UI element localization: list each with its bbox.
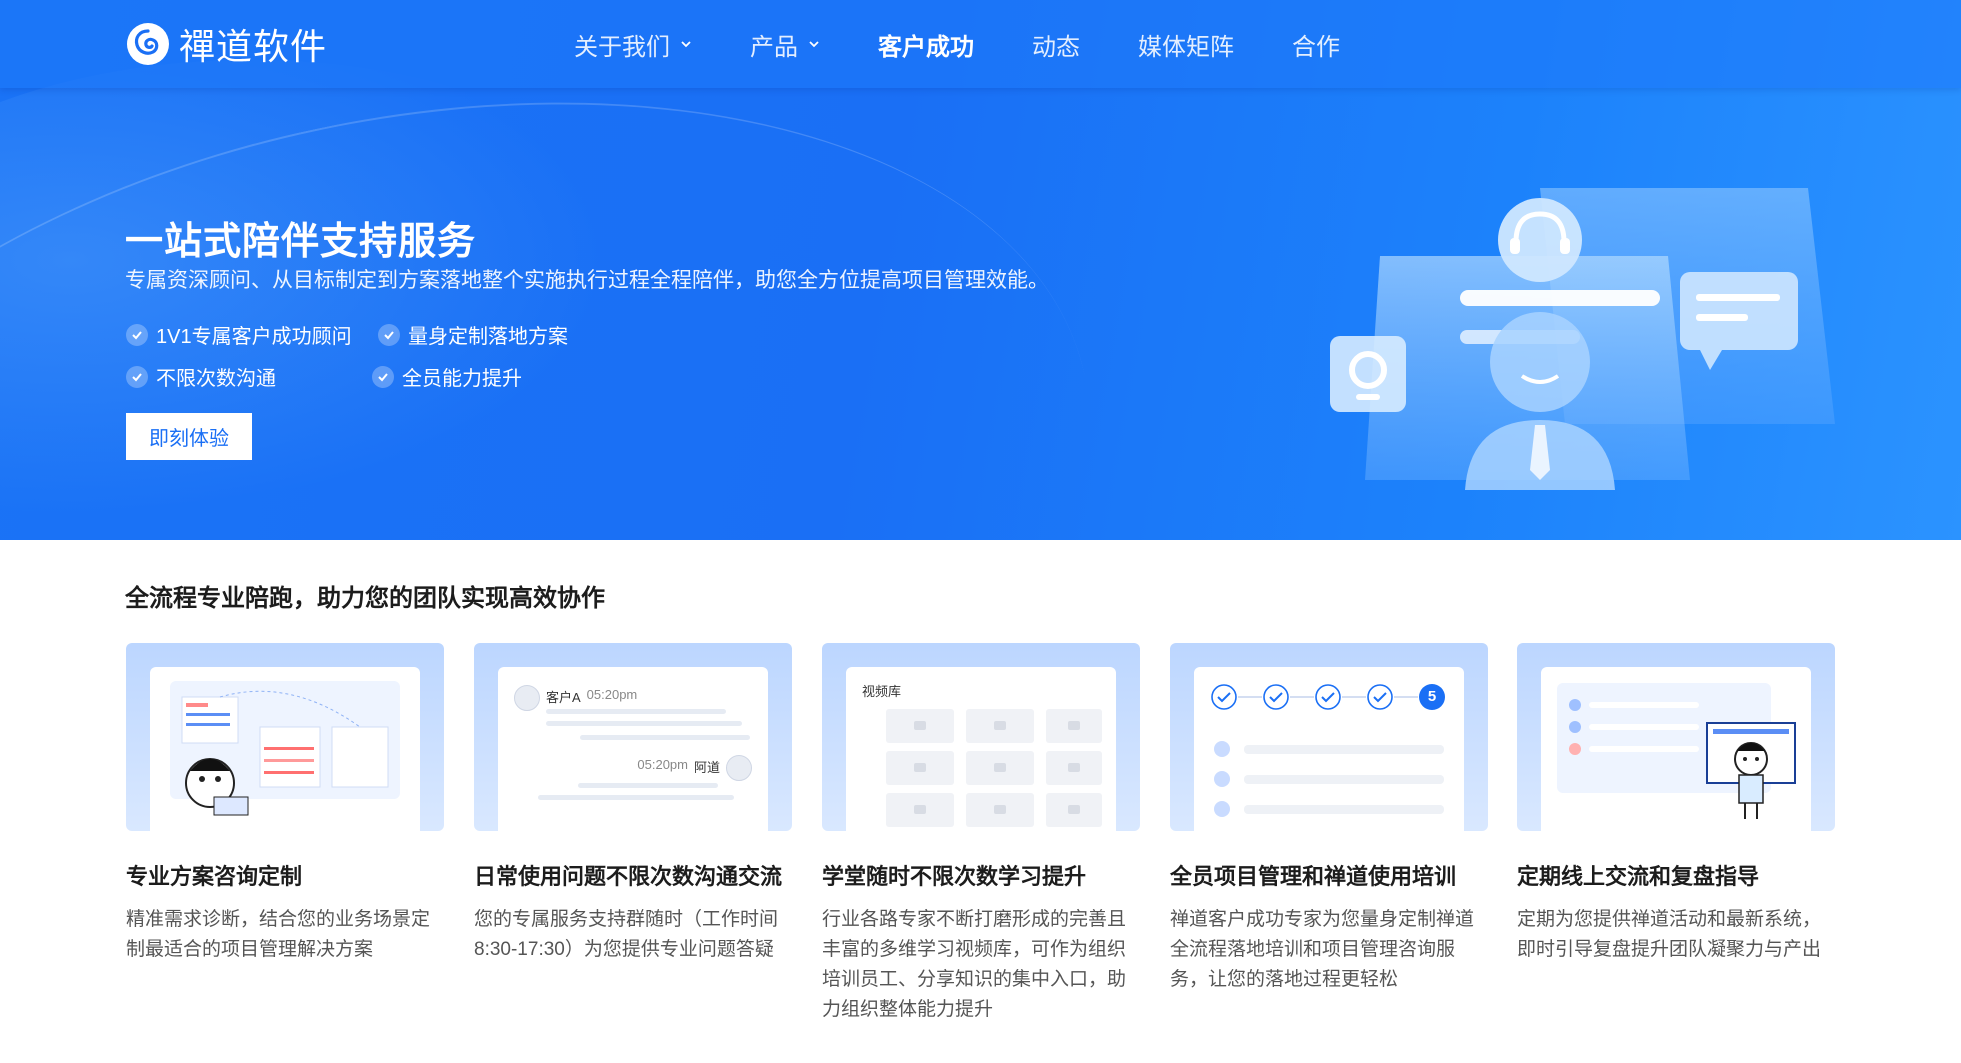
training-steps-panel: 5 bbox=[1194, 667, 1464, 831]
nav-item-products[interactable]: 产品 bbox=[750, 27, 820, 62]
review-panel bbox=[1541, 667, 1811, 831]
nav-item-label: 媒体矩阵 bbox=[1138, 33, 1234, 61]
chat-header-b: 05:20pm 阿道 bbox=[637, 757, 720, 776]
card-thumbnail: 客户A 05:20pm 05:20pm 阿道 bbox=[474, 643, 792, 831]
card-description: 行业各路专家不断打磨形成的完善且丰富的多维学习视频库，可作为组织培训员工、分享知… bbox=[822, 909, 1127, 1020]
card-description: 定期为您提供禅道活动和最新系统，即时引导复盘提升团队凝聚力与产出 bbox=[1517, 909, 1822, 960]
service-card[interactable]: 客户A 05:20pm 05:20pm 阿道 日常使用问题不限次数沟通交流 您的… bbox=[474, 643, 792, 965]
card-title: 全员项目管理和禅道使用培训 bbox=[1170, 864, 1457, 889]
card-thumbnail: 5 bbox=[1170, 643, 1488, 831]
check-icon bbox=[378, 323, 400, 346]
check-icon bbox=[126, 365, 148, 388]
nav-item-label: 动态 bbox=[1032, 33, 1080, 61]
nav-item-label: 客户成功 bbox=[878, 33, 974, 61]
service-card[interactable]: 5 全员项目管理和禅道使用培训 禅道客户成功专家为您量身定制禅道全流程落地培训和… bbox=[1170, 643, 1488, 995]
nav-item-label: 产品 bbox=[750, 33, 798, 61]
hero-title: 一站式陪伴支持服务 bbox=[125, 221, 477, 263]
nav-item-news[interactable]: 动态 bbox=[1032, 27, 1080, 62]
chevron-down-icon bbox=[681, 41, 691, 48]
chat-line bbox=[580, 735, 750, 740]
service-card[interactable]: 专业方案咨询定制 精准需求诊断，结合您的业务场景定制最适合的项目管理解决方案 bbox=[126, 643, 444, 965]
chat-user-name: 阿道 bbox=[693, 760, 720, 775]
nav-item-customer-success[interactable]: 客户成功 bbox=[878, 27, 974, 62]
hero-feature: 全员能力提升 bbox=[372, 362, 522, 391]
nav-item-about[interactable]: 关于我们 bbox=[574, 27, 692, 62]
review-presentation-icon bbox=[1557, 683, 1796, 819]
hero-feature: 不限次数沟通 bbox=[126, 362, 276, 391]
chat-time: 05:20pm bbox=[637, 757, 688, 772]
consulting-panel bbox=[150, 667, 420, 831]
check-icon bbox=[126, 323, 148, 346]
video-library-panel: 视频库 bbox=[846, 667, 1116, 831]
nav-item-partner[interactable]: 合作 bbox=[1292, 27, 1340, 62]
chat-panel: 客户A 05:20pm 05:20pm 阿道 bbox=[498, 667, 768, 831]
chat-time: 05:20pm bbox=[586, 687, 638, 702]
panel-label: 视频库 bbox=[862, 684, 902, 699]
hero-feature-label: 全员能力提升 bbox=[402, 368, 522, 390]
card-description: 您的专属服务支持群随时（工作时间8:30-17:30）为您提供专业问题答疑 bbox=[474, 909, 779, 960]
hero-subtitle: 专属资深顾问、从目标制定到方案落地整个实施执行过程全程陪伴，助您全方位提高项目管… bbox=[125, 269, 1049, 292]
hero-feature-label: 1V1专属客户成功顾问 bbox=[156, 326, 352, 348]
main-nav: 关于我们 产品 客户成功 动态 媒体矩阵 合作 bbox=[574, 0, 1398, 88]
nav-item-media[interactable]: 媒体矩阵 bbox=[1138, 27, 1234, 62]
chevron-down-icon bbox=[809, 41, 819, 48]
chat-user-name: 客户A bbox=[546, 690, 581, 705]
step-number: 5 bbox=[1427, 688, 1437, 705]
card-thumbnail: 视频库 bbox=[822, 643, 1140, 831]
hero-feature-label: 不限次数沟通 bbox=[156, 368, 276, 390]
hero-feature: 1V1专属客户成功顾问 bbox=[126, 320, 352, 349]
brand-swirl-icon bbox=[127, 23, 169, 65]
top-navigation: 禪道软件 关于我们 产品 客户成功 动态 媒体矩阵 合作 bbox=[0, 0, 1961, 88]
brand-name: 禪道软件 bbox=[179, 27, 328, 68]
hero-feature: 量身定制落地方案 bbox=[378, 320, 568, 349]
hero-feature-label: 量身定制落地方案 bbox=[408, 326, 568, 348]
nav-item-label: 合作 bbox=[1292, 33, 1340, 61]
card-thumbnail bbox=[1517, 643, 1835, 831]
avatar bbox=[726, 755, 752, 781]
card-title: 日常使用问题不限次数沟通交流 bbox=[474, 864, 783, 889]
card-title: 专业方案咨询定制 bbox=[126, 864, 303, 889]
avatar bbox=[514, 685, 540, 711]
card-thumbnail bbox=[126, 643, 444, 831]
hero-banner: 禪道软件 关于我们 产品 客户成功 动态 媒体矩阵 合作 一站式陪伴支持服务 专… bbox=[0, 0, 1961, 540]
chat-line bbox=[578, 783, 718, 788]
card-title: 定期线上交流和复盘指导 bbox=[1517, 864, 1760, 889]
chat-line bbox=[546, 721, 742, 726]
chat-header-a: 客户A 05:20pm bbox=[546, 687, 637, 706]
chat-line bbox=[538, 795, 734, 800]
nav-item-label: 关于我们 bbox=[574, 33, 670, 61]
try-now-button[interactable]: 即刻体验 bbox=[126, 413, 252, 460]
card-description: 禅道客户成功专家为您量身定制禅道全流程落地培训和项目管理咨询服务，让您的落地过程… bbox=[1170, 909, 1475, 990]
brand-logo[interactable]: 禪道软件 bbox=[125, 20, 327, 68]
service-card[interactable]: 定期线上交流和复盘指导 定期为您提供禅道活动和最新系统，即时引导复盘提升团队凝聚… bbox=[1517, 643, 1835, 965]
section-title: 全流程专业陪跑，助力您的团队实现高效协作 bbox=[125, 585, 605, 612]
card-title: 学堂随时不限次数学习提升 bbox=[822, 864, 1087, 889]
card-description: 精准需求诊断，结合您的业务场景定制最适合的项目管理解决方案 bbox=[126, 909, 431, 960]
service-card[interactable]: 视频库 学堂随时不限次数学习提升 行业各路专家不断打磨形成的完善且丰富的多维学习… bbox=[822, 643, 1140, 1025]
customer-service-illustration bbox=[1330, 188, 1835, 490]
chat-line bbox=[546, 709, 726, 714]
check-icon bbox=[372, 365, 394, 388]
workflow-diagram-icon bbox=[170, 681, 400, 816]
